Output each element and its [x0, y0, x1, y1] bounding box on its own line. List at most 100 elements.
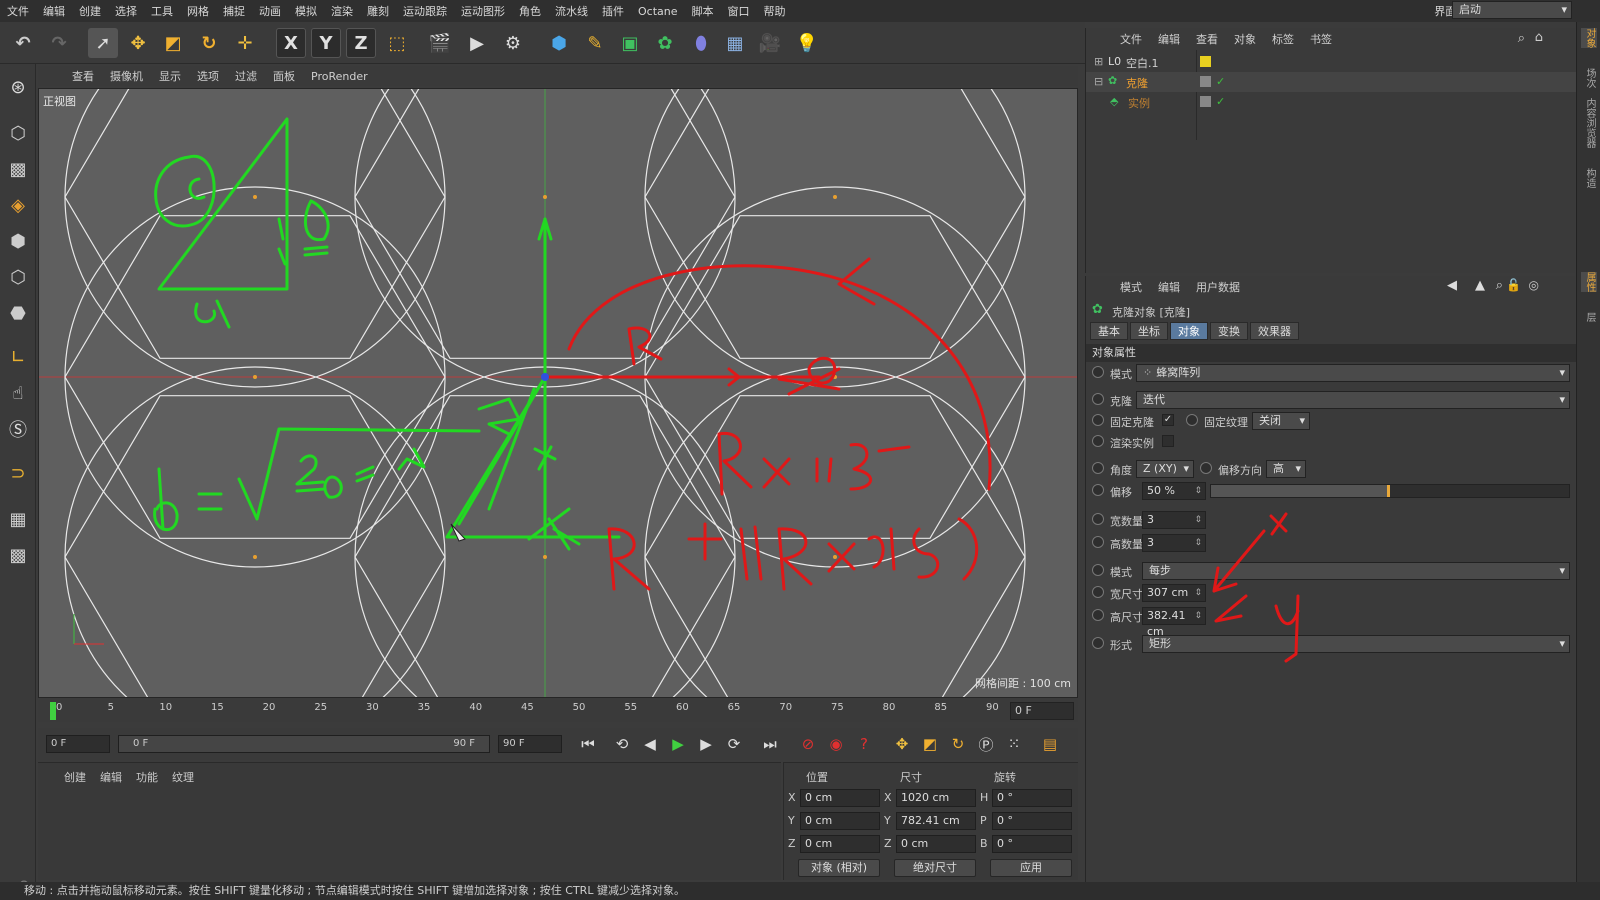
camera-icon[interactable]: 🎥: [755, 28, 785, 58]
menu-item[interactable]: 运动跟踪: [396, 3, 454, 19]
autokey-icon[interactable]: ◉: [824, 732, 848, 756]
strip-tab-attributes[interactable]: 属性: [1581, 272, 1597, 292]
previous-key-icon[interactable]: ⟲: [610, 732, 634, 756]
coordinate-system-icon[interactable]: ⬚: [382, 28, 412, 58]
size-x-field[interactable]: 1020 cm: [896, 789, 976, 807]
playhead[interactable]: [50, 702, 56, 720]
cloner-icon[interactable]: ✿: [650, 28, 680, 58]
menu-item[interactable]: 渲染: [324, 3, 360, 19]
workplane-icon[interactable]: ◈: [3, 190, 33, 220]
subdivision-icon[interactable]: ▣: [615, 28, 645, 58]
menu-item[interactable]: 脚本: [685, 3, 721, 19]
y-axis-icon[interactable]: Y: [311, 28, 341, 58]
menu-item[interactable]: 运动图形: [454, 3, 512, 19]
rotate-icon[interactable]: ↻: [194, 28, 224, 58]
live-selection-icon[interactable]: ✛: [230, 28, 260, 58]
key-parameter-icon[interactable]: Ⓟ: [974, 732, 998, 756]
mat-menu-edit[interactable]: 编辑: [100, 769, 122, 785]
object-row-cloner[interactable]: ⊟ ✿ 克隆 ✓: [1086, 72, 1576, 92]
frame-range-slider[interactable]: 0 F 90 F: [118, 735, 490, 753]
rot-b-field[interactable]: 0 °: [992, 835, 1072, 853]
size-mode-dropdown[interactable]: 绝对尺寸: [894, 859, 976, 877]
apply-button[interactable]: 应用: [990, 859, 1072, 877]
viewport-menu-item[interactable]: ProRender: [303, 70, 376, 83]
magnet-icon[interactable]: ⊃: [3, 458, 33, 488]
render-picture-viewer-icon[interactable]: ▶: [462, 28, 492, 58]
timeline[interactable]: 0 5 10 15 20 25 30 35 40 45 50 55 60 65 70 75 80 85 90 0 F: [38, 700, 1078, 722]
object-menu-item[interactable]: 书签: [1302, 31, 1340, 47]
strip-tab-takes[interactable]: 场次: [1581, 68, 1597, 88]
previous-frame-icon[interactable]: ◀: [638, 732, 662, 756]
enabled-check-icon[interactable]: ✓: [1216, 95, 1225, 108]
timeline-window-icon[interactable]: ▤: [1038, 732, 1062, 756]
snap-icon[interactable]: Ⓢ: [3, 414, 33, 444]
menu-item[interactable]: 网格: [180, 3, 216, 19]
menu-item[interactable]: 窗口: [721, 3, 757, 19]
mat-menu-texture[interactable]: 纹理: [172, 769, 194, 785]
key-rotation-icon[interactable]: ↻: [946, 732, 970, 756]
menu-item[interactable]: 捕捉: [216, 3, 252, 19]
move-icon[interactable]: ✥: [123, 28, 153, 58]
menu-item[interactable]: 模拟: [288, 3, 324, 19]
scale-icon[interactable]: ◩: [158, 28, 188, 58]
menu-item[interactable]: Octane: [631, 5, 685, 18]
play-icon[interactable]: ▶: [666, 732, 690, 756]
viewport-menu-item[interactable]: 面板: [265, 68, 303, 84]
menu-item[interactable]: 动画: [252, 3, 288, 19]
enabled-check-icon[interactable]: ✓: [1216, 75, 1225, 88]
object-name[interactable]: 实例: [1128, 95, 1150, 111]
deformer-icon[interactable]: ⬮: [686, 28, 716, 58]
light-icon[interactable]: 💡: [792, 28, 822, 58]
menu-item[interactable]: 雕刻: [360, 3, 396, 19]
next-frame-icon[interactable]: ▶: [694, 732, 718, 756]
z-axis-icon[interactable]: Z: [346, 28, 376, 58]
strip-tab-objects[interactable]: 对象: [1581, 28, 1597, 48]
x-axis-icon[interactable]: X: [276, 28, 306, 58]
object-menu-item[interactable]: 文件: [1112, 31, 1150, 47]
edit-render-settings-icon[interactable]: ⚙: [498, 28, 528, 58]
render-view-icon[interactable]: 🎬: [425, 28, 455, 58]
menu-item[interactable]: 帮助: [757, 3, 793, 19]
pos-x-field[interactable]: 0 cm: [800, 789, 880, 807]
menu-item[interactable]: 编辑: [36, 3, 72, 19]
object-menu-item[interactable]: 对象: [1226, 31, 1264, 47]
viewport-menu-item[interactable]: 查看: [64, 68, 102, 84]
undo-icon[interactable]: ↶: [8, 28, 38, 58]
strip-tab-layers[interactable]: 层: [1581, 312, 1597, 322]
viewport[interactable]: 正视图 网格间距 : 100 cm: [38, 88, 1078, 698]
menu-item[interactable]: 文件: [0, 3, 36, 19]
object-row-null[interactable]: ⊞ L0 空白.1: [1086, 52, 1576, 72]
menu-item[interactable]: 选择: [108, 3, 144, 19]
end-frame-field[interactable]: 90 F: [498, 735, 562, 753]
axis-mode-icon[interactable]: ∟: [3, 342, 33, 372]
model-mode-icon[interactable]: ⬡: [3, 118, 33, 148]
viewport-menu-item[interactable]: 显示: [151, 68, 189, 84]
object-menu-item[interactable]: 编辑: [1150, 31, 1188, 47]
current-frame-field[interactable]: 0 F: [1010, 702, 1074, 720]
key-scale-icon[interactable]: ◩: [918, 732, 942, 756]
menu-item[interactable]: 插件: [595, 3, 631, 19]
cube-icon[interactable]: ⬢: [544, 28, 574, 58]
pos-y-field[interactable]: 0 cm: [800, 812, 880, 830]
menu-item[interactable]: 角色: [512, 3, 548, 19]
planar-workplane-icon[interactable]: ▩: [3, 540, 33, 570]
menu-item[interactable]: 创建: [72, 3, 108, 19]
points-mode-icon[interactable]: ⬢: [3, 226, 33, 256]
object-menu-item[interactable]: 标签: [1264, 31, 1302, 47]
size-z-field[interactable]: 0 cm: [896, 835, 976, 853]
object-name[interactable]: 空白.1: [1126, 55, 1159, 71]
strip-tab-structure[interactable]: 构造: [1581, 168, 1597, 188]
object-menu-item[interactable]: 查看: [1188, 31, 1226, 47]
start-frame-field[interactable]: 0 F: [46, 735, 110, 753]
pen-icon[interactable]: ✎: [580, 28, 610, 58]
edges-mode-icon[interactable]: ⬡: [3, 262, 33, 292]
viewport-name[interactable]: 正视图: [43, 93, 76, 109]
size-y-field[interactable]: 782.41 cm: [896, 812, 976, 830]
lock-workplane-icon[interactable]: ▦: [3, 504, 33, 534]
select-icon[interactable]: ➚: [88, 28, 118, 58]
mat-menu-function[interactable]: 功能: [136, 769, 158, 785]
go-to-end-icon[interactable]: ⏭: [758, 732, 782, 756]
mat-menu-create[interactable]: 创建: [64, 769, 86, 785]
object-name[interactable]: 克隆: [1126, 75, 1148, 91]
object-row-instance[interactable]: ⬘ 实例 ✓: [1086, 92, 1576, 112]
